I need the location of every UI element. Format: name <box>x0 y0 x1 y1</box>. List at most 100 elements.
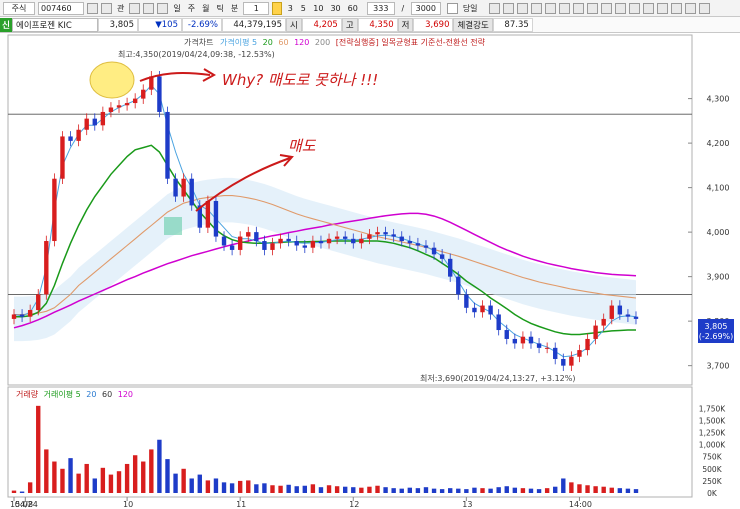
candle-body <box>407 241 413 244</box>
tool-icon[interactable] <box>544 2 556 14</box>
candle-body <box>561 358 566 366</box>
candle-body <box>11 314 17 319</box>
volume-bar <box>173 473 178 493</box>
candle-body <box>221 236 227 246</box>
tool-icon[interactable] <box>656 2 668 14</box>
volume-bar <box>480 488 485 493</box>
candle-body <box>488 305 493 315</box>
interval-option[interactable]: 5 <box>298 2 308 15</box>
low-value: 3,690 <box>413 17 454 32</box>
menu-icon[interactable] <box>101 2 112 14</box>
candle-body <box>553 347 558 359</box>
current-price: 3,805 <box>98 17 138 32</box>
volume-bar <box>11 490 17 493</box>
volume-bar <box>326 485 332 493</box>
volume-tick-label: 250K <box>702 477 722 486</box>
chevron-down-icon[interactable] <box>129 2 141 14</box>
market-select[interactable]: 주식 <box>3 1 35 15</box>
volume-bar <box>625 488 631 493</box>
candle-body <box>520 336 526 344</box>
volume-bar <box>44 449 49 493</box>
candle-body <box>601 318 606 326</box>
volume-bar <box>165 459 170 493</box>
tool-icon[interactable] <box>628 2 640 14</box>
candle-body <box>19 314 25 317</box>
candle-body <box>262 241 267 250</box>
tool-icon[interactable] <box>516 2 528 14</box>
interval-option[interactable]: 60 <box>346 2 360 15</box>
candle-body <box>173 178 178 197</box>
candle-body <box>124 103 130 106</box>
candle-body <box>318 241 324 244</box>
stock-chart[interactable]: 3,7003,8003,9004,0004,1004,2004,30015:08… <box>0 33 740 509</box>
candle-body <box>464 294 469 308</box>
current-price-tag: 3,805 <box>705 322 728 331</box>
candle-body <box>76 129 81 141</box>
volume-bar <box>124 463 130 493</box>
candle-body <box>343 236 348 239</box>
chart-style-icon[interactable] <box>143 2 155 14</box>
volume-bar <box>237 480 243 493</box>
volume-bar <box>116 471 122 493</box>
search-icon[interactable] <box>87 2 98 14</box>
volume-bar <box>100 467 106 493</box>
tool-icon[interactable] <box>572 2 584 14</box>
tool-icon[interactable] <box>684 2 696 14</box>
volume-bar <box>496 487 501 493</box>
candle-body <box>512 338 518 344</box>
volume-bar <box>229 483 235 493</box>
tool-icon[interactable] <box>558 2 570 14</box>
volume-bar <box>221 482 227 493</box>
period-week-button[interactable]: 주 <box>186 2 197 15</box>
tool-icon[interactable] <box>586 2 598 14</box>
volume-bar <box>431 488 437 493</box>
tool-icon[interactable] <box>530 2 542 14</box>
drawing-icon[interactable] <box>157 2 169 14</box>
candle-body <box>108 107 114 112</box>
volume-bar <box>27 482 33 493</box>
tool-icon[interactable] <box>614 2 626 14</box>
candle-body <box>496 314 501 331</box>
checkbox-today[interactable] <box>446 2 458 14</box>
max-price-label: 최고:4,350(2019/04/24,09:38, -12.53%) <box>118 49 275 59</box>
interval-option[interactable]: 3 <box>285 2 295 15</box>
candle-body <box>399 236 404 242</box>
candle-body <box>391 234 396 237</box>
volume-bar <box>157 439 162 493</box>
volume-bar <box>262 483 267 493</box>
candle-body <box>609 305 614 319</box>
legend-price-chart: 가격차트 <box>184 37 213 47</box>
period-day-button[interactable]: 일 <box>171 2 182 15</box>
strength-value: 87.35 <box>492 17 533 32</box>
volume-bar <box>310 484 316 493</box>
volume-bar <box>577 484 582 493</box>
candle-body <box>132 98 138 104</box>
volume-bar <box>318 487 324 493</box>
interval-input[interactable]: 1 <box>243 1 270 15</box>
credit-badge: 신 <box>0 17 12 32</box>
tool-icon[interactable] <box>600 2 612 14</box>
volume-bar <box>504 486 509 493</box>
candle-body <box>27 310 33 317</box>
open-label: 시 <box>286 17 302 32</box>
tool-icon[interactable] <box>698 2 710 14</box>
volume-bar <box>593 486 598 493</box>
period-minute-button[interactable]: 분 <box>229 2 240 15</box>
total-count-input[interactable]: 3000 <box>410 1 441 15</box>
stock-code-input[interactable]: 007460 <box>38 1 84 15</box>
tool-icon[interactable] <box>502 2 514 14</box>
period-month-button[interactable]: 월 <box>200 2 211 15</box>
tool-icon[interactable] <box>642 2 654 14</box>
period-tick-button[interactable]: 틱 <box>215 2 226 15</box>
interval-1-button[interactable] <box>272 1 283 15</box>
candle-body <box>423 245 429 248</box>
tool-icon[interactable] <box>670 2 682 14</box>
interval-option[interactable]: 30 <box>328 2 342 15</box>
candle-body <box>181 178 186 197</box>
tool-icon[interactable] <box>488 2 500 14</box>
interval-option[interactable]: 10 <box>311 2 325 15</box>
favorite-button[interactable]: 관 <box>115 2 126 15</box>
count-input[interactable]: 333 <box>366 1 395 15</box>
price-legend: 가격차트 가격이평 5 20 60 120 200 [전략실행중] 일목균형표 … <box>184 37 486 47</box>
candle-body <box>68 136 73 141</box>
